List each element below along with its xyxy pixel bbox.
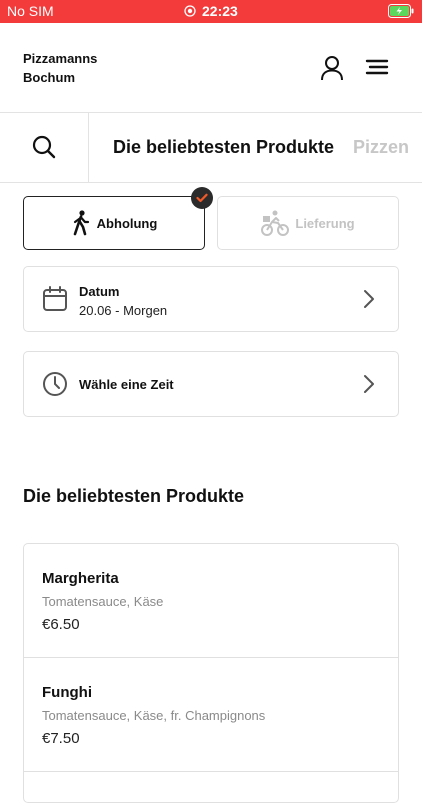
date-value: 20.06 - Morgen [79,303,168,318]
walking-icon [73,210,89,236]
store-name[interactable]: Pizzamanns Bochum [23,49,97,87]
tab-pizzen[interactable]: Pizzen [353,137,409,158]
chevron-right-icon [364,290,374,308]
carrier-label: No SIM [7,3,54,19]
delivery-label: Lieferung [295,215,355,231]
bicycle-icon [261,210,290,236]
product-description: Tomatensauce, Käse [42,594,164,609]
hamburger-icon [365,59,389,75]
product-price: €7.50 [42,730,80,747]
app-header: Pizzamanns Bochum [0,23,422,113]
search-button[interactable] [0,112,89,182]
store-name-line2: Bochum [23,70,75,85]
selected-check-badge [191,187,213,209]
store-name-line1: Pizzamanns [23,51,98,66]
product-name: Margherita [42,570,119,587]
product-card[interactable]: Margherita Tomatensauce, Käse €6.50 [24,544,398,658]
date-selector[interactable]: Datum 20.06 - Morgen [23,266,399,332]
status-bar: No SIM 22:23 [0,0,422,23]
user-icon [321,56,343,81]
clock-icon [43,372,67,396]
location-icon [184,5,196,17]
status-time: 22:23 [184,3,238,19]
section-title: Die beliebtesten Produkte [23,486,245,506]
time-title: Wähle eine Zeit [79,377,174,392]
category-tabbar: Die beliebtesten Produkte Pizzen [0,112,422,183]
battery-icon [388,4,414,21]
search-icon [32,135,56,159]
product-list: Margherita Tomatensauce, Käse €6.50 Fung… [23,543,399,803]
pickup-label: Abholung [96,215,158,231]
product-name: Funghi [42,684,92,701]
product-card[interactable]: Funghi Tomatensauce, Käse, fr. Champigno… [24,658,398,772]
date-title: Datum [79,284,120,299]
tab-popular[interactable]: Die beliebtesten Produkte [113,137,334,158]
chevron-right-icon [364,375,374,393]
pickup-button[interactable]: Abholung [23,196,205,250]
menu-button[interactable] [364,56,390,78]
account-button[interactable] [318,54,346,82]
time-selector[interactable]: Wähle eine Zeit [23,351,399,417]
calendar-icon [43,286,67,311]
product-description: Tomatensauce, Käse, fr. Champignons [42,708,266,723]
checkmark-icon [196,193,208,203]
delivery-button[interactable]: Lieferung [217,196,399,250]
product-price: €6.50 [42,616,80,633]
clock-label: 22:23 [202,3,238,19]
